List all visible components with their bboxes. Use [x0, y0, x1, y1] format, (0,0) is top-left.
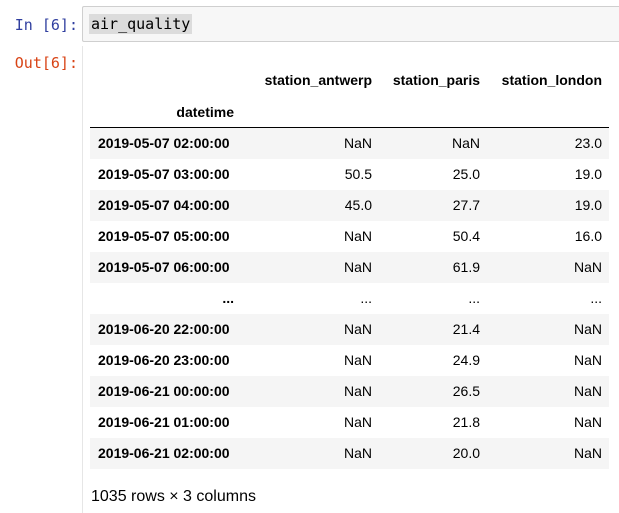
table-cell: 19.0 [574, 166, 602, 182]
table-cell: NaN [343, 228, 372, 244]
row-index: 2019-06-20 22:00:00 [98, 321, 230, 337]
table-cell: 24.9 [452, 352, 480, 368]
row-index: 2019-05-07 02:00:00 [98, 135, 230, 152]
table-cell: 50.5 [344, 166, 372, 182]
table-row: 2019-05-07 03:00:00 50.5 25.0 19.0 [90, 159, 609, 190]
table-row: 2019-05-07 05:00:00 NaN 50.4 16.0 [90, 221, 609, 252]
index-name-header: datetime [176, 103, 234, 120]
table-cell: NaN [343, 135, 372, 152]
table-cell: 27.7 [452, 197, 480, 213]
table-cell: NaN [573, 414, 602, 430]
code-editor[interactable]: air_quality [82, 6, 619, 42]
table-row: 2019-05-07 04:00:00 45.0 27.7 19.0 [90, 189, 609, 221]
table-cell: 50.4 [452, 228, 480, 244]
table-cell: 26.5 [452, 383, 480, 399]
table-cell: NaN [451, 135, 480, 152]
output-area: station_antwerp station_paris station_lo… [82, 46, 619, 513]
header-corner [90, 64, 241, 96]
dataframe-table: station_antwerp station_paris station_lo… [90, 64, 609, 469]
code-text[interactable]: air_quality [89, 14, 193, 34]
column-header: station_paris [392, 72, 480, 88]
index-name-row: datetime [90, 96, 609, 128]
row-index: 2019-05-07 03:00:00 [98, 166, 230, 182]
table-cell: NaN [343, 352, 372, 368]
output-prompt: Out[6]: [14, 54, 78, 72]
table-cell: NaN [573, 352, 602, 368]
row-index: 2019-06-21 00:00:00 [98, 383, 230, 399]
table-cell: NaN [343, 414, 372, 430]
table-cell: NaN [573, 445, 602, 461]
table-cell: ... [590, 290, 602, 306]
table-cell: 19.0 [574, 197, 602, 213]
column-header: station_london [501, 72, 602, 88]
table-cell: NaN [343, 321, 372, 337]
table-row: 2019-06-21 00:00:00 NaN 26.5 NaN [90, 375, 609, 407]
table-cell: NaN [343, 259, 372, 275]
table-cell: 61.9 [452, 259, 480, 275]
table-cell: NaN [573, 383, 602, 399]
row-index: 2019-06-21 01:00:00 [98, 414, 230, 430]
table-cell: 16.0 [574, 228, 602, 244]
table-row: 2019-06-20 22:00:00 NaN 21.4 NaN [90, 313, 609, 345]
table-cell: ... [360, 290, 372, 306]
table-cell: NaN [343, 445, 372, 461]
table-cell: ... [468, 290, 480, 306]
table-row: 2019-06-21 01:00:00 NaN 21.8 NaN [90, 407, 609, 438]
row-index: 2019-06-20 23:00:00 [98, 352, 230, 368]
table-row: ............ [90, 283, 609, 314]
input-prompt: In [6]: [14, 16, 78, 34]
table-cell: 23.0 [574, 135, 602, 152]
table-row: 2019-06-21 02:00:00 NaN 20.0 NaN [90, 437, 609, 469]
table-row: 2019-06-20 23:00:00 NaN 24.9 NaN [90, 345, 609, 376]
input-cell[interactable]: In [6]: air_quality [0, 6, 619, 42]
row-index: 2019-06-21 02:00:00 [98, 445, 230, 461]
table-cell: 21.4 [452, 321, 480, 337]
table-cell: NaN [573, 321, 602, 337]
row-index: ... [222, 290, 234, 306]
shape-summary: 1035 rows × 3 columns [91, 488, 256, 505]
table-cell: 25.0 [452, 166, 480, 182]
row-index: 2019-05-07 04:00:00 [98, 197, 230, 213]
column-header: station_antwerp [264, 72, 372, 88]
table-cell: 45.0 [344, 197, 372, 213]
table-body: 2019-05-07 02:00:00 NaN NaN 23.0 2019-05-07 … [90, 127, 609, 469]
table-cell: NaN [343, 383, 372, 399]
table-row: 2019-05-07 02:00:00 NaN NaN 23.0 [90, 127, 609, 159]
table-cell: 21.8 [452, 414, 480, 430]
output-cell: Out[6]: station_antwerp station_paris st… [0, 46, 619, 513]
row-index: 2019-05-07 06:00:00 [98, 259, 230, 275]
row-index: 2019-05-07 05:00:00 [98, 228, 230, 244]
table-cell: NaN [573, 259, 602, 275]
table-cell: 20.0 [452, 445, 480, 461]
table-row: 2019-05-07 06:00:00 NaN 61.9 NaN [90, 251, 609, 283]
column-header-row: station_antwerp station_paris station_lo… [90, 64, 609, 96]
